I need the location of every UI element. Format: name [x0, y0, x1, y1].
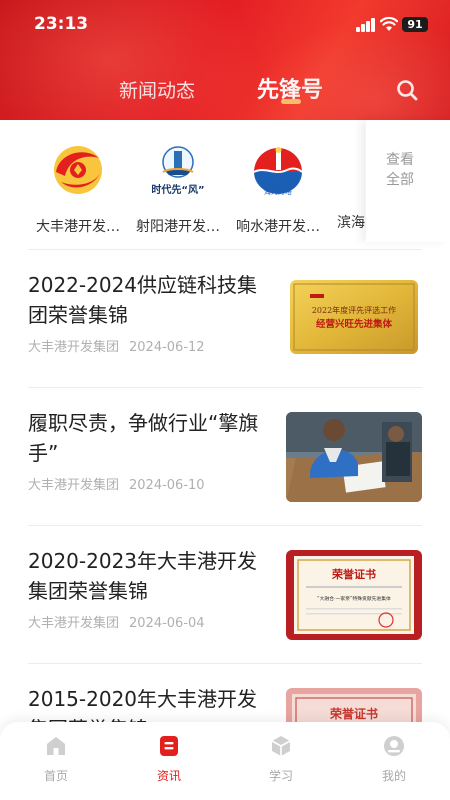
honor-certificate-image: 荣誉证书 “大融合·一家亲”特殊贡献先进集体	[286, 550, 422, 640]
article-meta: 大丰港开发集团 2024-06-12	[28, 336, 205, 355]
article-title: 2020-2023年大丰港开发集团荣誉集锦	[28, 549, 258, 603]
app-header: 23:13 91 新闻动态 先锋号	[0, 0, 450, 120]
article-title: 履职尽责，争做行业“擎旗手”	[28, 411, 259, 465]
company-item[interactable]: 大丰港开发…	[28, 142, 128, 236]
company-name: 响水港开发…	[236, 219, 320, 235]
company-name: 射阳港开发…	[136, 219, 220, 235]
article-meta: 大丰港开发集团 2024-06-04	[28, 612, 205, 631]
article-meta: 大丰港开发集团 2024-06-10	[28, 474, 205, 493]
article-date: 2024-06-04	[129, 616, 205, 631]
article-source: 大丰港开发集团	[28, 616, 120, 631]
sheyang-port-logo: 时代先“风”	[151, 146, 205, 196]
nav-label: 学习	[268, 769, 293, 783]
status-time: 23:13	[34, 14, 89, 34]
search-icon[interactable]	[395, 78, 419, 102]
company-item[interactable]: 滨海	[328, 142, 368, 232]
certificate-heading: 荣誉证书	[331, 567, 376, 581]
nav-profile[interactable]: 我的	[354, 734, 434, 784]
article-item[interactable]: 2022-2024供应链科技集团荣誉集锦 大丰港开发集团 2024-06-12 2…	[0, 250, 450, 388]
company-item[interactable]: 时代先“风” 射阳港开发…	[128, 142, 228, 236]
article-item[interactable]: 2020-2023年大丰港开发集团荣誉集锦 大丰港开发集团 2024-06-04 …	[0, 526, 450, 664]
nav-label: 首页	[43, 769, 68, 783]
nav-label: 资讯	[156, 769, 181, 783]
profile-icon	[384, 736, 404, 756]
nav-home[interactable]: 首页	[16, 734, 96, 784]
binhai-port-logo	[328, 142, 368, 198]
article-thumbnail	[286, 412, 422, 502]
nav-label: 我的	[381, 769, 406, 783]
nav-news[interactable]: 资讯	[129, 734, 209, 784]
article-source: 大丰港开发集团	[28, 478, 120, 493]
workers-signing-photo	[286, 412, 422, 502]
company-carousel: 大丰港开发… 时代先“风” 射阳港开发… 海河灯塔 响水港开发… 滨海 查看全部	[0, 120, 450, 242]
sheyang-slogan: 时代先“风”	[151, 183, 204, 196]
plaque-line1: 2022年度评先评选工作	[312, 305, 396, 315]
article-item[interactable]: 履职尽责，争做行业“擎旗手” 大丰港开发集团 2024-06-10	[0, 388, 450, 526]
article-date: 2024-06-10	[129, 478, 205, 493]
company-item[interactable]: 海河灯塔 响水港开发…	[228, 142, 328, 236]
article-date: 2024-06-12	[129, 340, 205, 355]
article-title: 2022-2024供应链科技集团荣誉集锦	[28, 273, 258, 327]
dafeng-port-logo	[54, 146, 102, 194]
view-all-label: 查看全部	[386, 152, 414, 188]
wifi-icon	[380, 16, 398, 31]
article-source: 大丰港开发集团	[28, 340, 120, 355]
status-bar: 23:13 91	[0, 0, 450, 48]
certificate-award: “大融合·一家亲”特殊贡献先进集体	[317, 595, 391, 602]
cube-icon	[271, 736, 291, 756]
news-icon	[160, 736, 178, 756]
plaque-line2: 经营兴旺先进集体	[316, 318, 393, 330]
company-name: 大丰港开发…	[36, 219, 120, 235]
home-icon	[47, 737, 65, 755]
view-all-button[interactable]: 查看全部	[366, 120, 450, 242]
article-thumbnail: 荣誉证书 “大融合·一家亲”特殊贡献先进集体	[286, 550, 422, 640]
certificate-heading: 荣誉证书	[329, 706, 378, 721]
active-tab-indicator	[281, 99, 301, 104]
battery-indicator: 91	[402, 17, 428, 32]
nav-study[interactable]: 学习	[241, 734, 321, 784]
xiangshui-port-logo: 海河灯塔	[253, 147, 303, 196]
company-name: 滨海	[337, 215, 365, 231]
article-thumbnail: 2022年度评先评选工作 经营兴旺先进集体	[290, 280, 418, 354]
xiangshui-caption: 海河灯塔	[264, 187, 292, 196]
tab-news[interactable]: 新闻动态	[119, 76, 195, 103]
header-tabs: 新闻动态 先锋号	[0, 70, 450, 110]
cellular-signal-icon	[356, 18, 376, 32]
tab-vanguard[interactable]: 先锋号	[257, 72, 323, 104]
bottom-navigation: 首页 资讯 学习 我的	[0, 722, 450, 800]
gold-plaque-image: 2022年度评先评选工作 经营兴旺先进集体	[290, 280, 418, 354]
